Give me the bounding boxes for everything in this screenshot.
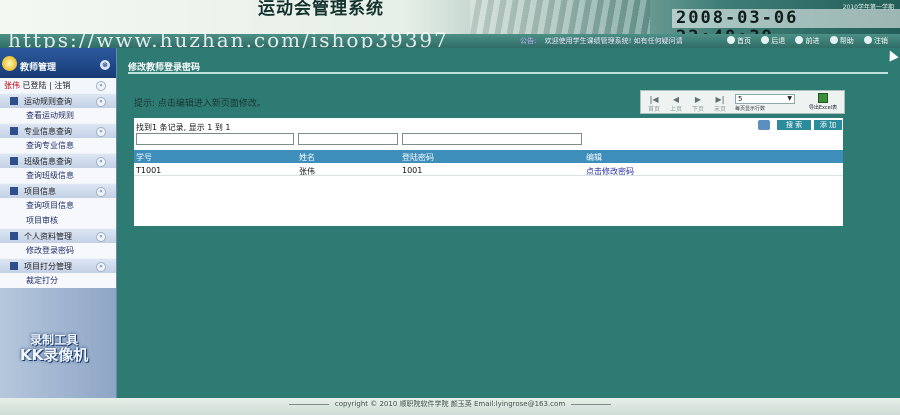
menu-group-header[interactable]: 个人资料管理 «: [0, 228, 116, 243]
person-icon: [10, 232, 18, 240]
chevron-up-icon[interactable]: «: [96, 232, 106, 242]
logout-icon: [863, 36, 872, 44]
column-header-id: 学号: [136, 153, 152, 162]
menu-group-scoring: 项目打分管理 « 裁定打分: [0, 258, 116, 288]
back-icon: [761, 36, 770, 44]
menu-group-header[interactable]: 专业信息查询 «: [0, 123, 116, 138]
menu-item-project-info[interactable]: 查询项目信息: [0, 198, 116, 213]
menu-group-header[interactable]: 运动规则查询 »: [0, 93, 116, 108]
tip-text: 提示: 点击编辑进入新页面修改。: [134, 99, 266, 109]
table-row: T1001 张伟 1001 点击修改密码: [134, 164, 843, 176]
add-button[interactable]: 添 加: [814, 120, 842, 130]
system-title: 运动会管理系统: [258, 0, 384, 19]
back-link[interactable]: 后退: [761, 36, 785, 45]
filter-id-input[interactable]: [136, 133, 294, 145]
folder-icon: [10, 187, 18, 195]
cell-name: 张伟: [299, 167, 315, 176]
menu-group-header[interactable]: 项目打分管理 «: [0, 258, 116, 273]
folder-icon: [10, 97, 18, 105]
forward-link[interactable]: 前进: [795, 36, 819, 45]
menu-group-header[interactable]: 班级信息查询 «: [0, 153, 116, 168]
data-grid: 找到1 条记录, 显示 1 到 1 搜 索 添 加 学号 姓名 登陆密码 编辑 …: [134, 118, 843, 226]
edit-password-link[interactable]: 点击修改密码: [586, 166, 634, 177]
menu-item-change-password[interactable]: 修改登录密码: [0, 243, 116, 258]
chevron-up-icon[interactable]: «: [96, 187, 106, 197]
home-link[interactable]: 首页: [727, 36, 751, 45]
sidebar-logout-link[interactable]: 注销: [54, 81, 70, 90]
column-header-edit: 编辑: [586, 153, 602, 162]
status-separator: |: [49, 81, 52, 90]
menu-group-profile: 个人资料管理 « 修改登录密码: [0, 228, 116, 258]
last-page-button[interactable]: ▶| 末页: [711, 95, 729, 113]
menu-group-project: 项目信息 « 查询项目信息 项目审核: [0, 183, 116, 228]
chevron-up-icon[interactable]: «: [96, 157, 106, 167]
folder-icon: [10, 127, 18, 135]
top-links: 首页 后退 前进 帮助 注销: [727, 36, 896, 46]
column-header-name: 姓名: [299, 153, 315, 162]
menu-item-project-review[interactable]: 项目审核: [0, 213, 116, 228]
sidebar: 教师管理 ⊗ 张伟 已登陆 | 注销 » 运动规则查询 » 查看运动规则 专业信…: [0, 48, 117, 398]
search-button[interactable]: 搜 索: [777, 120, 811, 130]
notice-text: 欢迎使用学生课绩管理系统! 如有任何疑问请: [544, 37, 683, 45]
chevron-up-icon[interactable]: «: [96, 262, 106, 272]
help-icon: [829, 36, 838, 44]
header-decoration: [470, 0, 650, 34]
first-page-button[interactable]: |◀ 首页: [645, 95, 663, 113]
user-status-row: 张伟 已登陆 | 注销 »: [0, 78, 116, 93]
logout-link[interactable]: 注销: [863, 36, 888, 45]
prev-page-button[interactable]: ◀ 上页: [667, 95, 685, 113]
menu-item-class-info[interactable]: 查询班级信息: [0, 168, 116, 183]
footer-divider: [571, 403, 612, 405]
home-icon: [727, 36, 735, 44]
chevron-down-icon: ▼: [787, 95, 792, 102]
table-header: 学号 姓名 登陆密码 编辑: [134, 150, 843, 163]
filter-password-input[interactable]: [402, 133, 582, 145]
rows-per-page-label: 每页显示行数: [735, 106, 766, 112]
cell-password: 1001: [402, 166, 423, 175]
page-title: 修改教师登录密码: [128, 60, 888, 74]
notice-label: 公告:: [520, 37, 537, 45]
notification-icon[interactable]: [758, 120, 770, 130]
menu-group-header[interactable]: 项目信息 «: [0, 183, 116, 198]
digital-clock: 2008-03-06 22:48:39: [672, 9, 900, 34]
top-toolbar: https://www.huzhan.com/ishop39397 公告: 欢迎…: [0, 28, 900, 52]
chevron-up-icon[interactable]: «: [96, 127, 106, 137]
footer: copyright © 2010 顺职院软件学院 颜玉英 Email:lying…: [0, 398, 900, 415]
menu-item-major-info[interactable]: 查询专业信息: [0, 138, 116, 153]
copyright-text: copyright © 2010 顺职院软件学院 颜玉英 Email:lying…: [334, 400, 566, 408]
pager-toolbar: |◀ 首页 ◀ 上页 ▶ 下页 ▶| 末页 5 ▼ 每页显示行数 导出Excel表: [640, 90, 845, 114]
menu-item-scoring[interactable]: 裁定打分: [0, 273, 116, 288]
sidebar-header: 教师管理 ⊗: [0, 48, 116, 78]
login-status: 已登陆: [22, 81, 47, 90]
user-badge-icon: [2, 56, 17, 71]
main-content: 修改教师登录密码 提示: 点击编辑进入新页面修改。 |◀ 首页 ◀ 上页 ▶ 下页 ▶…: [118, 48, 900, 398]
filter-name-input[interactable]: [298, 133, 398, 145]
menu-group-rules: 运动规则查询 » 查看运动规则: [0, 93, 116, 123]
user-name: 张伟: [4, 81, 20, 90]
excel-icon: [818, 93, 828, 103]
recorder-logo: 录制工具 KK录像机: [20, 333, 89, 364]
welcome-notice: 公告: 欢迎使用学生课绩管理系统! 如有任何疑问请: [520, 36, 683, 46]
folder-icon: [10, 262, 18, 270]
menu-group-major: 专业信息查询 « 查询专业信息: [0, 123, 116, 153]
cell-id: T1001: [136, 166, 162, 175]
help-link[interactable]: 帮助: [829, 36, 854, 45]
column-header-password: 登陆密码: [402, 153, 434, 162]
record-summary: 找到1 条记录, 显示 1 到 1: [136, 123, 231, 132]
folder-icon: [10, 157, 18, 165]
rows-per-page-select[interactable]: 5 ▼: [735, 94, 795, 104]
menu-item-view-rules[interactable]: 查看运动规则: [0, 108, 116, 123]
chevron-down-icon[interactable]: »: [96, 81, 106, 91]
forward-icon: [795, 36, 804, 44]
menu-group-class: 班级信息查询 « 查询班级信息: [0, 153, 116, 183]
next-page-button[interactable]: ▶ 下页: [689, 95, 707, 113]
chevron-down-icon[interactable]: »: [96, 97, 106, 107]
sidebar-title: 教师管理: [20, 63, 57, 73]
export-excel-button[interactable]: 导出Excel表: [803, 93, 843, 111]
collapse-toggle-icon[interactable]: ⊗: [100, 60, 110, 70]
footer-divider: [288, 403, 329, 405]
